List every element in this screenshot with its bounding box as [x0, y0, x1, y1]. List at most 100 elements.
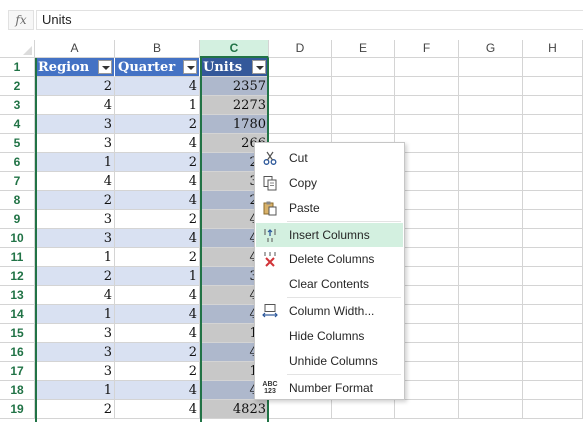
- table-header-cell[interactable]: Quarter: [115, 58, 200, 77]
- table-cell[interactable]: 2: [115, 343, 200, 362]
- table-cell[interactable]: 4: [115, 400, 200, 419]
- table-cell[interactable]: 2: [115, 153, 200, 172]
- empty-cell[interactable]: [332, 58, 395, 77]
- empty-cell[interactable]: [459, 248, 523, 267]
- menu-item-unhide-columns[interactable]: Unhide Columns: [256, 349, 403, 373]
- table-cell[interactable]: 1: [35, 381, 115, 400]
- empty-cell[interactable]: [459, 267, 523, 286]
- empty-cell[interactable]: [523, 77, 583, 96]
- column-header-g[interactable]: G: [459, 40, 523, 58]
- column-header-d[interactable]: D: [269, 40, 332, 58]
- table-cell[interactable]: 4: [115, 324, 200, 343]
- row-header[interactable]: 16: [0, 343, 35, 362]
- empty-cell[interactable]: [459, 381, 523, 400]
- empty-cell[interactable]: [459, 153, 523, 172]
- empty-cell[interactable]: [523, 96, 583, 115]
- empty-cell[interactable]: [269, 77, 332, 96]
- table-cell[interactable]: 2: [35, 400, 115, 419]
- empty-cell[interactable]: [459, 286, 523, 305]
- table-cell[interactable]: 4: [115, 134, 200, 153]
- row-header[interactable]: 6: [0, 153, 35, 172]
- table-cell[interactable]: 2: [35, 267, 115, 286]
- empty-cell[interactable]: [523, 324, 583, 343]
- column-header-e[interactable]: E: [332, 40, 395, 58]
- filter-dropdown-icon[interactable]: [183, 60, 197, 74]
- empty-cell[interactable]: [523, 191, 583, 210]
- empty-cell[interactable]: [459, 96, 523, 115]
- table-cell[interactable]: 4: [35, 286, 115, 305]
- table-cell[interactable]: 3: [35, 229, 115, 248]
- table-cell[interactable]: 4: [115, 77, 200, 96]
- menu-item-clear-contents[interactable]: Clear Contents: [256, 272, 403, 296]
- table-cell[interactable]: 4: [35, 172, 115, 191]
- empty-cell[interactable]: [523, 153, 583, 172]
- table-cell[interactable]: 1: [115, 96, 200, 115]
- empty-cell[interactable]: [395, 96, 459, 115]
- empty-cell[interactable]: [523, 343, 583, 362]
- row-header[interactable]: 8: [0, 191, 35, 210]
- row-header[interactable]: 15: [0, 324, 35, 343]
- menu-item-number-format[interactable]: ABC 123 Number Format: [256, 376, 403, 400]
- column-header-c[interactable]: C: [200, 40, 269, 58]
- row-header[interactable]: 19: [0, 400, 35, 419]
- table-cell[interactable]: 3: [35, 115, 115, 134]
- column-header-a[interactable]: A: [35, 40, 115, 58]
- table-cell[interactable]: 4: [35, 96, 115, 115]
- row-header[interactable]: 10: [0, 229, 35, 248]
- empty-cell[interactable]: [523, 134, 583, 153]
- table-cell[interactable]: 4: [115, 172, 200, 191]
- menu-item-copy[interactable]: Copy: [256, 171, 403, 195]
- row-header[interactable]: 4: [0, 115, 35, 134]
- row-header[interactable]: 9: [0, 210, 35, 229]
- table-cell[interactable]: 1: [35, 153, 115, 172]
- menu-item-cut[interactable]: Cut: [256, 146, 403, 170]
- empty-cell[interactable]: [523, 362, 583, 381]
- table-cell[interactable]: 2: [115, 210, 200, 229]
- empty-cell[interactable]: [523, 210, 583, 229]
- empty-cell[interactable]: [459, 343, 523, 362]
- empty-cell[interactable]: [523, 248, 583, 267]
- empty-cell[interactable]: [523, 58, 583, 77]
- table-header-cell[interactable]: Units: [200, 58, 269, 77]
- empty-cell[interactable]: [523, 286, 583, 305]
- empty-cell[interactable]: [332, 400, 395, 419]
- empty-cell[interactable]: [459, 400, 523, 419]
- column-header-f[interactable]: F: [395, 40, 459, 58]
- table-cell[interactable]: 3: [35, 324, 115, 343]
- table-cell[interactable]: 4: [115, 286, 200, 305]
- empty-cell[interactable]: [459, 172, 523, 191]
- filter-dropdown-icon[interactable]: [252, 60, 266, 74]
- empty-cell[interactable]: [523, 381, 583, 400]
- row-header[interactable]: 11: [0, 248, 35, 267]
- empty-cell[interactable]: [459, 362, 523, 381]
- formula-input[interactable]: Units: [36, 10, 583, 30]
- empty-cell[interactable]: [269, 115, 332, 134]
- menu-item-delete-columns[interactable]: Delete Columns: [256, 247, 403, 271]
- row-header[interactable]: 18: [0, 381, 35, 400]
- table-cell[interactable]: 3: [35, 210, 115, 229]
- empty-cell[interactable]: [269, 400, 332, 419]
- menu-item-column-width[interactable]: Column Width...: [256, 299, 403, 323]
- empty-cell[interactable]: [523, 400, 583, 419]
- empty-cell[interactable]: [523, 229, 583, 248]
- menu-item-paste[interactable]: Paste: [256, 196, 403, 220]
- empty-cell[interactable]: [332, 115, 395, 134]
- table-cell[interactable]: 4: [115, 229, 200, 248]
- table-cell[interactable]: 4: [115, 191, 200, 210]
- empty-cell[interactable]: [269, 96, 332, 115]
- row-header[interactable]: 12: [0, 267, 35, 286]
- menu-item-insert-columns[interactable]: Insert Columns: [256, 223, 403, 247]
- table-cell[interactable]: 1: [35, 248, 115, 267]
- column-header-h[interactable]: H: [523, 40, 583, 58]
- empty-cell[interactable]: [459, 191, 523, 210]
- table-cell[interactable]: 4823: [200, 400, 269, 419]
- empty-cell[interactable]: [459, 115, 523, 134]
- table-cell[interactable]: 1: [35, 305, 115, 324]
- table-header-cell[interactable]: Region: [35, 58, 115, 77]
- table-cell[interactable]: 2: [35, 77, 115, 96]
- row-header[interactable]: 14: [0, 305, 35, 324]
- column-header-b[interactable]: B: [115, 40, 200, 58]
- table-cell[interactable]: 3: [35, 134, 115, 153]
- row-header[interactable]: 3: [0, 96, 35, 115]
- empty-cell[interactable]: [523, 115, 583, 134]
